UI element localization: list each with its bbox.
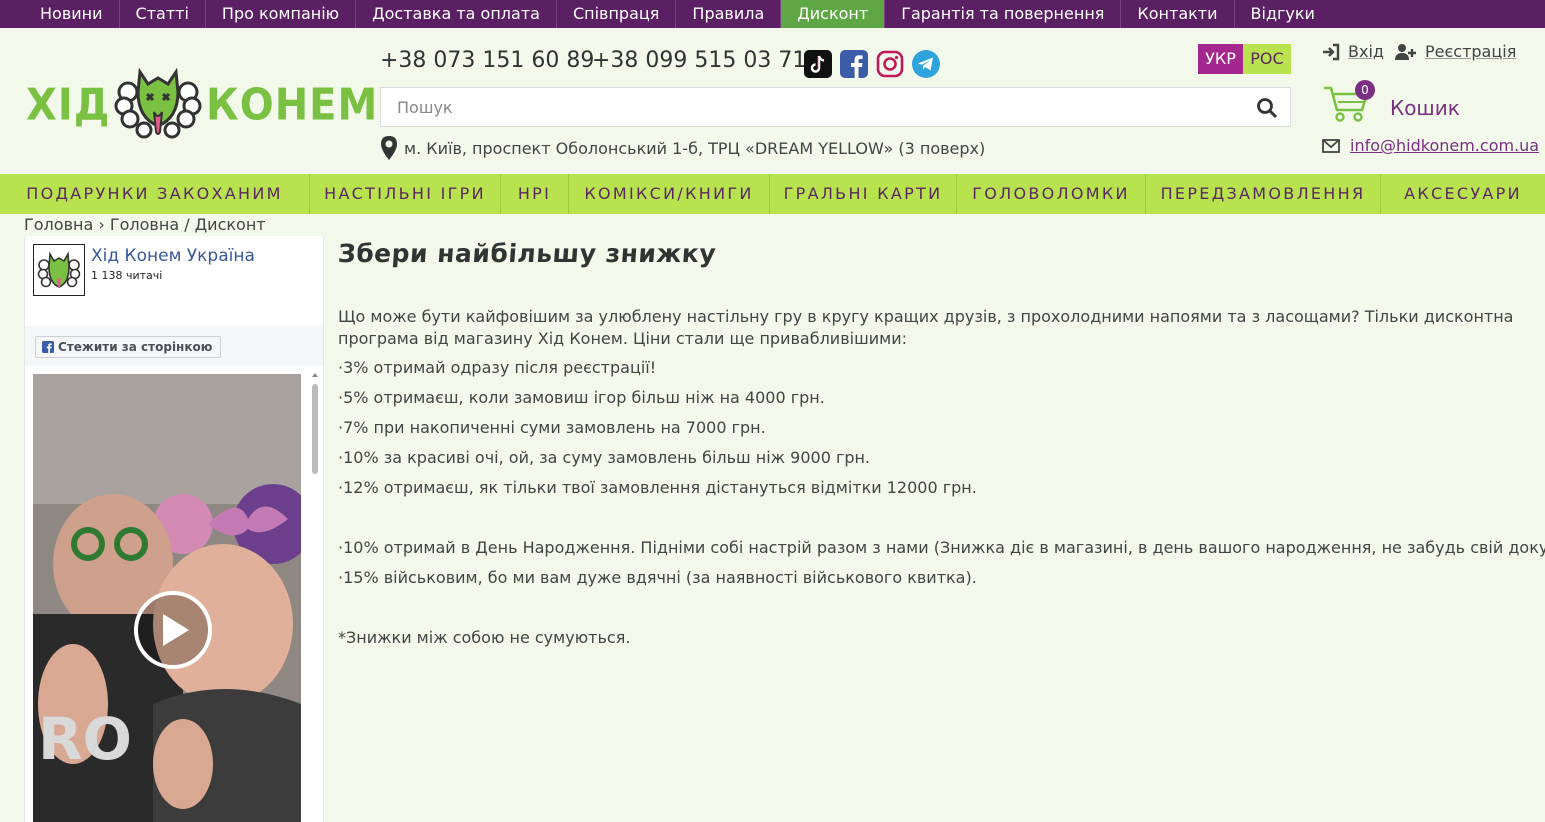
user-plus-icon (1395, 43, 1416, 60)
top-nav-cooperation[interactable]: Співпраця (557, 0, 677, 28)
discount-item: ·10% отримай в День Народження. Підніми … (338, 538, 1545, 557)
discount-item: ·3% отримай одразу після реєстрації! (338, 358, 657, 377)
top-nav-rules[interactable]: Правила (676, 0, 782, 28)
site-logo[interactable]: ХІД КОНЕМ (26, 62, 377, 142)
top-nav-about[interactable]: Про компанію (206, 0, 357, 28)
facebook-page-name[interactable]: Хід Конем Україна (91, 246, 255, 266)
category-accessories[interactable]: Аксесуари (1381, 174, 1545, 214)
instagram-icon[interactable] (876, 50, 904, 78)
tiktok-icon[interactable] (804, 50, 832, 78)
logo-text-left: ХІД (26, 79, 111, 131)
discount-item: ·15% військовим, бо ми вам дуже вдячні (… (338, 568, 977, 587)
map-pin-icon (381, 136, 397, 160)
play-icon[interactable] (132, 589, 214, 671)
cart-count-badge: 0 (1355, 80, 1375, 100)
telegram-icon[interactable] (912, 50, 940, 78)
discount-note: *Знижки між собою не сумуються. (338, 628, 631, 647)
svg-text:RO: RO (38, 705, 132, 773)
facebook-followers-count: 1 138 читачі (91, 269, 163, 282)
breadcrumb-path: Головна / Дисконт (109, 215, 266, 234)
facebook-page-widget: Хід Конем Україна 1 138 читачі Стежити з… (24, 236, 324, 822)
discount-item: ·12% отримаєш, як тільки твої замовлення… (338, 478, 977, 497)
category-preorder[interactable]: Передзамовлення (1146, 174, 1381, 214)
address-text: м. Київ, проспект Оболонський 1-б, ТРЦ «… (404, 138, 986, 158)
breadcrumb: Головна › Головна / Дисконт (24, 215, 266, 234)
register-link[interactable]: Реєстрація (1395, 42, 1516, 61)
search-bar (380, 87, 1291, 127)
lang-ukr-button[interactable]: УКР (1198, 44, 1243, 74)
facebook-small-icon (42, 341, 54, 353)
facebook-video-thumbnail[interactable]: RO (33, 374, 301, 822)
email-link[interactable]: info@hidkonem.com.ua (1322, 136, 1539, 155)
phone-number-1[interactable]: +38 073 151 60 89 (380, 48, 594, 73)
discount-item: ·10% за красиві очі, ой, за суму замовле… (338, 448, 871, 467)
store-address: м. Київ, проспект Оболонський 1-б, ТРЦ «… (380, 134, 985, 162)
follow-button-label: Стежити за сторінкою (58, 340, 213, 354)
email-text: info@hidkonem.com.ua (1350, 136, 1540, 155)
top-nav-warranty[interactable]: Гарантія та повернення (885, 0, 1122, 28)
category-rpg[interactable]: НРІ (501, 174, 569, 214)
discount-content: Збери найбільшу знижку Що може бути кайф… (337, 236, 1545, 647)
top-nav-delivery[interactable]: Доставка та оплата (356, 0, 557, 28)
sign-in-icon (1323, 43, 1340, 60)
sidebar-scrollbar[interactable] (309, 370, 321, 822)
category-valentine-gifts[interactable]: Подарунки закоханим (0, 174, 310, 214)
breadcrumb-home-link[interactable]: Головна (24, 215, 93, 234)
login-label: Вхід (1348, 42, 1384, 61)
facebook-follow-button[interactable]: Стежити за сторінкою (35, 336, 222, 358)
page-title: Збери найбільшу знижку (337, 239, 718, 268)
envelope-icon (1322, 138, 1340, 153)
search-input[interactable] (381, 88, 1231, 126)
top-navigation: Новини Статті Про компанію Доставка та о… (0, 0, 1545, 28)
logo-text-right: КОНЕМ (206, 79, 379, 131)
category-puzzles[interactable]: Головоломки (957, 174, 1146, 214)
category-board-games[interactable]: Настільні ігри (310, 174, 501, 214)
login-link[interactable]: Вхід (1322, 42, 1384, 61)
category-playing-cards[interactable]: Гральні карти (770, 174, 957, 214)
discount-item: ·5% отримаєш, коли замовиш ігор більш ні… (338, 388, 825, 407)
top-nav-discount[interactable]: Дисконт (781, 0, 886, 28)
top-nav-reviews[interactable]: Відгуки (1235, 0, 1331, 28)
site-header: ХІД КОНЕМ +38 073 151 60 89 +38 099 515 … (0, 28, 1545, 174)
horse-avatar-icon (37, 251, 81, 288)
search-icon[interactable] (1256, 97, 1278, 119)
intro-paragraph: Що може бути кайфовішим за улюблену наст… (338, 307, 1514, 348)
cart-label: Кошик (1390, 96, 1460, 120)
register-label: Реєстрація (1425, 42, 1517, 61)
top-nav-news[interactable]: Новини (0, 0, 120, 28)
category-comics-books[interactable]: Комікси/книги (569, 174, 770, 214)
facebook-page-avatar[interactable] (33, 244, 85, 296)
top-nav-articles[interactable]: Статті (120, 0, 206, 28)
breadcrumb-separator: › (98, 215, 105, 234)
category-navigation: Подарунки закоханим Настільні ігри НРІ К… (0, 174, 1545, 214)
top-nav-contacts[interactable]: Контакти (1121, 0, 1235, 28)
phone-number-2[interactable]: +38 099 515 03 71 (592, 48, 806, 73)
discount-item: ·7% при накопиченні суми замовлень на 70… (338, 418, 766, 437)
cart-button[interactable]: 0 Кошик (1322, 80, 1472, 124)
horse-logo-icon (114, 67, 202, 139)
facebook-icon[interactable] (840, 50, 868, 78)
lang-ros-button[interactable]: РОС (1243, 44, 1291, 74)
